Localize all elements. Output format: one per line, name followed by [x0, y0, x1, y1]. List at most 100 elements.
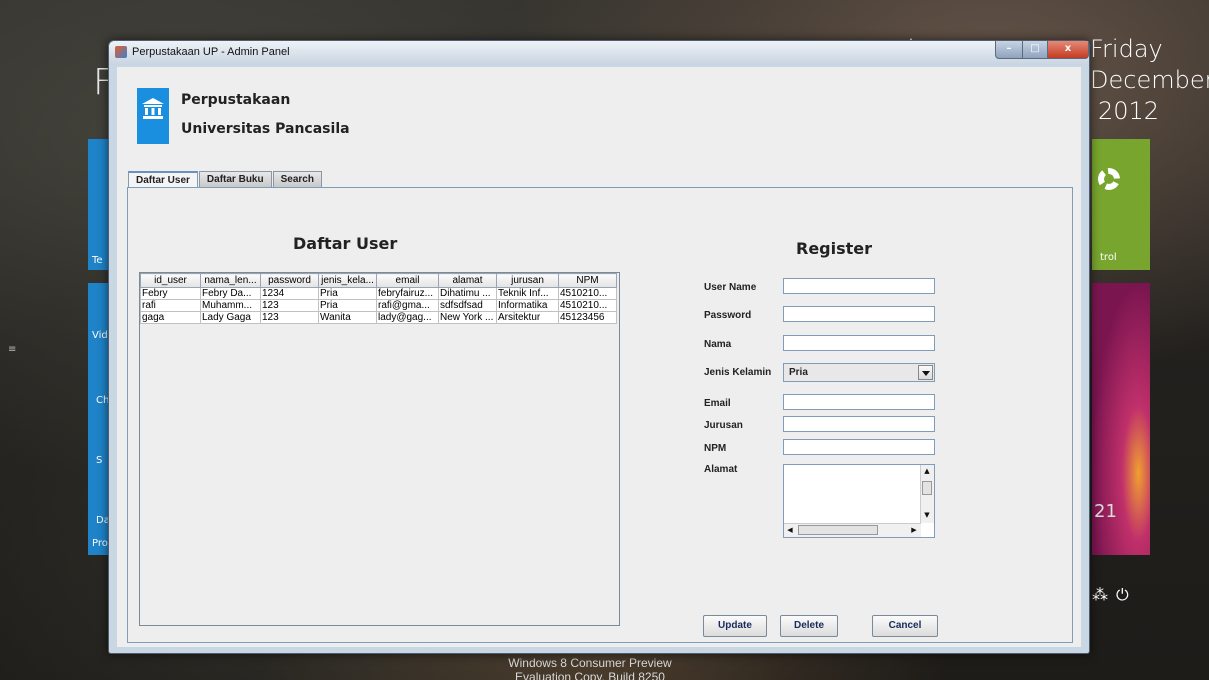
column-header[interactable]: email	[376, 273, 439, 288]
user-table[interactable]: id_user nama_len... password jenis_kela.…	[140, 273, 617, 324]
table-cell: Arsitektur	[496, 311, 559, 324]
scroll-right-icon[interactable]: ▶	[908, 524, 920, 536]
system-tray: ⁂⏻	[1092, 585, 1137, 605]
table-cell: 4510210...	[558, 299, 617, 312]
table-cell: 123	[260, 311, 319, 324]
jenis-kelamin-label: Jenis Kelamin	[704, 367, 772, 378]
loading-icon[interactable]: ⁂	[1092, 585, 1116, 604]
npm-label: NPM	[704, 443, 727, 454]
tile-label: Vid	[92, 330, 108, 341]
table-cell: 1234	[260, 287, 319, 300]
alamat-textarea[interactable]: ▲ ▼ ◀ ▶	[783, 464, 935, 538]
chevron-down-icon[interactable]	[918, 365, 933, 380]
vertical-scrollbar[interactable]: ▲ ▼	[920, 465, 934, 523]
jenis-kelamin-select[interactable]: Pria	[783, 363, 935, 382]
brand-title: Perpustakaan	[181, 92, 291, 108]
table-cell: New York ...	[438, 311, 497, 324]
tab-panel-daftar-user: Daftar User id_user nama_len... password…	[127, 187, 1073, 643]
table-cell: Febry	[140, 287, 201, 300]
horizontal-scrollbar[interactable]: ◀ ▶	[784, 523, 921, 537]
date-year: 2012	[1098, 97, 1160, 125]
start-tile-photos[interactable]: 21	[1092, 283, 1150, 555]
scroll-thumb[interactable]	[798, 525, 878, 535]
tile-label: Te	[92, 255, 103, 266]
table-cell: gaga	[140, 311, 201, 324]
gear-icon	[1098, 168, 1120, 190]
register-title: Register	[796, 239, 873, 258]
table-cell: lady@gag...	[376, 311, 439, 324]
column-header[interactable]: password	[260, 273, 319, 288]
table-row[interactable]: Febry Febry Da... 1234 Pria febryfairuz.…	[140, 287, 617, 300]
admin-panel-window: Perpustakaan UP - Admin Panel – □ x Perp…	[108, 40, 1090, 654]
username-field[interactable]	[783, 278, 935, 294]
table-cell: febryfairuz...	[376, 287, 439, 300]
table-header-row: id_user nama_len... password jenis_kela.…	[140, 273, 617, 288]
table-cell: Pria	[318, 299, 377, 312]
tab-search[interactable]: Search	[272, 171, 322, 187]
window-titlebar[interactable]: Perpustakaan UP - Admin Panel – □ x	[109, 41, 1089, 65]
window-content: Perpustakaan Universitas Pancasila Dafta…	[117, 67, 1081, 647]
table-cell: Dihatimu ...	[438, 287, 497, 300]
table-row[interactable]: gaga Lady Gaga 123 Wanita lady@gag... Ne…	[140, 311, 617, 324]
table-cell: 123	[260, 299, 319, 312]
scroll-left-icon[interactable]: ◀	[784, 524, 796, 536]
column-header[interactable]: alamat	[438, 273, 497, 288]
table-cell: Lady Gaga	[200, 311, 261, 324]
scroll-thumb[interactable]	[922, 481, 932, 495]
column-header[interactable]: nama_len...	[200, 273, 261, 288]
tab-daftar-user[interactable]: Daftar User	[128, 171, 198, 188]
java-app-icon	[115, 46, 127, 58]
tab-bar: Daftar User Daftar Buku Search	[128, 171, 323, 188]
nama-label: Nama	[704, 339, 732, 350]
delete-button[interactable]: Delete	[780, 615, 838, 637]
email-field[interactable]	[783, 394, 935, 410]
table-cell: Informatika	[496, 299, 559, 312]
os-watermark: Windows 8 Consumer Preview Evaluation Co…	[480, 656, 700, 680]
close-button[interactable]: x	[1047, 41, 1089, 59]
user-table-scrollpane[interactable]: id_user nama_len... password jenis_kela.…	[139, 272, 620, 626]
email-label: Email	[704, 398, 731, 409]
start-screen-date: Friday December 2012	[1090, 34, 1209, 127]
nama-field[interactable]	[783, 335, 935, 351]
jurusan-field[interactable]	[783, 416, 935, 432]
tile-label: trol	[1100, 252, 1117, 263]
cancel-button[interactable]: Cancel	[872, 615, 938, 637]
power-icon[interactable]: ⏻	[1116, 585, 1137, 604]
column-header[interactable]: jurusan	[496, 273, 559, 288]
password-label: Password	[704, 310, 752, 321]
column-header[interactable]: id_user	[140, 273, 201, 288]
jenis-kelamin-value: Pria	[789, 367, 808, 378]
npm-field[interactable]	[783, 439, 935, 455]
update-button[interactable]: Update	[703, 615, 767, 637]
table-cell: 4510210...	[558, 287, 617, 300]
table-cell: Teknik Inf...	[496, 287, 559, 300]
table-cell: Febry Da...	[200, 287, 261, 300]
scroll-down-icon[interactable]: ▼	[921, 509, 933, 521]
tile-date-partial: 21	[1094, 501, 1117, 522]
table-cell: Muhamm...	[200, 299, 261, 312]
menu-icon: ≡	[8, 344, 17, 355]
username-label: User Name	[704, 282, 757, 293]
column-header[interactable]: NPM	[558, 273, 617, 288]
password-field[interactable]	[783, 306, 935, 322]
tile-label: Pro	[92, 538, 108, 549]
tab-daftar-buku[interactable]: Daftar Buku	[198, 171, 272, 187]
watermark-line: Windows 8 Consumer Preview	[508, 656, 672, 670]
brand-subtitle: Universitas Pancasila	[181, 121, 350, 137]
tile-label: S	[96, 455, 103, 466]
column-header[interactable]: jenis_kela...	[318, 273, 377, 288]
alamat-label: Alamat	[704, 464, 738, 475]
start-tile-control-panel[interactable]: trol	[1092, 139, 1150, 270]
table-cell: rafi	[140, 299, 201, 312]
library-logo	[137, 88, 169, 144]
minimize-button[interactable]: –	[995, 41, 1023, 59]
date-month: December	[1090, 66, 1209, 94]
table-cell: Pria	[318, 287, 377, 300]
start-tile-left-top[interactable]	[88, 139, 110, 270]
table-cell: 45123456	[558, 311, 617, 324]
scroll-up-icon[interactable]: ▲	[921, 465, 933, 477]
maximize-button[interactable]: □	[1022, 41, 1048, 59]
table-row[interactable]: rafi Muhamm... 123 Pria rafi@gma... sdfs…	[140, 299, 617, 312]
jurusan-label: Jurusan	[704, 420, 743, 431]
table-cell: rafi@gma...	[376, 299, 439, 312]
